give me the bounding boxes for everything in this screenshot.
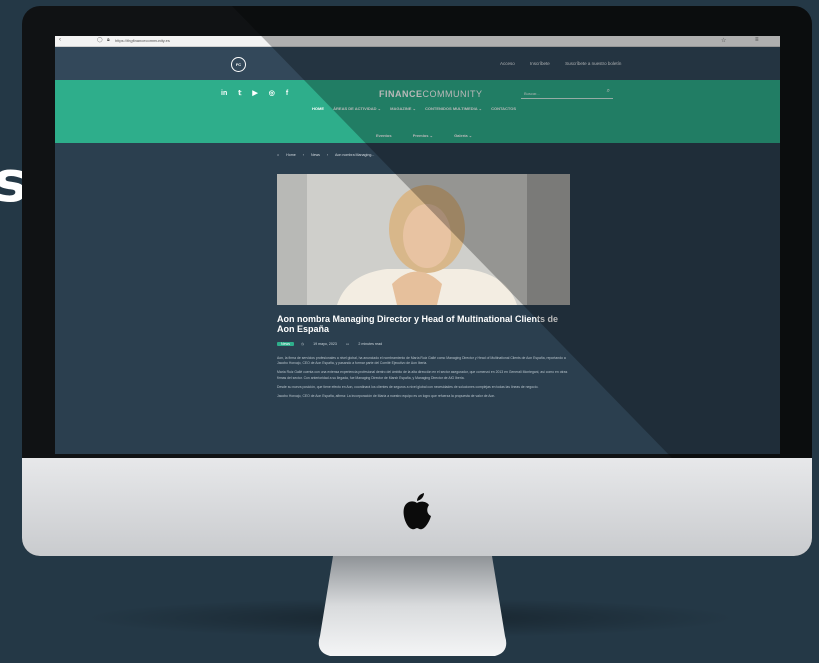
lock-icon: 🔒︎ <box>107 37 110 43</box>
star-icon[interactable]: ☆ <box>721 37 726 44</box>
breadcrumb-home[interactable]: Home <box>286 153 296 157</box>
article-paragraph: Desde su nueva posición, que tiene efect… <box>277 384 539 389</box>
article-paragraph: Aon, la firma de servicios profesionales… <box>277 356 566 366</box>
book-icon: ▭ <box>345 342 350 346</box>
utility-bar: FC Acceso Inscríbete Suscríbete a nuestr… <box>55 47 780 80</box>
breadcrumb-separator: › <box>302 153 304 157</box>
site-logo-emblem[interactable]: FC <box>231 57 246 72</box>
nav-gallery[interactable]: Galería ⌄ <box>454 133 472 138</box>
search-icon[interactable]: ⌕ <box>607 88 610 95</box>
brand-bold: FINANCE <box>379 89 423 99</box>
breadcrumb-separator: › <box>326 153 329 157</box>
browser-toolbar: ‹ ◯ 🔒︎ https://thgfinancecommunity.es ☆ … <box>55 36 780 47</box>
breadcrumb: ⌂ Home › News › Aon nombra Managing... <box>277 153 380 157</box>
article-body: Aon, la firma de servicios profesionales… <box>277 356 572 403</box>
article-meta: News ◷ 19 mayo, 2023 ▭ 2 minutes read <box>277 342 390 346</box>
shield-icon[interactable]: ◯ <box>97 37 103 43</box>
article-paragraph: María Ruiz Gallé cuenta con una extensa … <box>277 370 568 380</box>
search-input[interactable]: Buscar... ⌕ <box>521 88 613 99</box>
apple-logo-icon <box>403 493 431 530</box>
article-paragraph: Jacobo Horcajo, CEO de Aon España, afirm… <box>277 394 496 399</box>
imac-frame: ‹ ◯ 🔒︎ https://thgfinancecommunity.es ☆ … <box>22 6 812 556</box>
sub-navigation-bar: Eventos Premios ⌄ Galería ⌄ <box>55 128 780 143</box>
article-date: 19 mayo, 2023 <box>313 342 337 346</box>
sub-navigation: Eventos Premios ⌄ Galería ⌄ <box>376 133 492 138</box>
search-placeholder: Buscar... <box>524 91 540 96</box>
site-header: in 𝕥 ▶ ◎ f FINANCECOMMUNITY Buscar... ⌕ … <box>55 80 780 128</box>
login-link[interactable]: Acceso <box>500 61 515 66</box>
article-title: Aon nombra Managing Director y Head of M… <box>277 314 559 334</box>
twitter-icon[interactable]: 𝕥 <box>238 90 241 97</box>
clock-icon: ◷ <box>301 342 305 346</box>
back-icon[interactable]: ‹ <box>59 37 61 43</box>
utility-links: Acceso Inscríbete Suscríbete a nuestro b… <box>500 61 635 66</box>
youtube-icon[interactable]: ▶ <box>252 90 257 97</box>
brand-light: COMMUNITY <box>422 89 483 99</box>
main-navigation: HOME ÁREAS DE ACTIVIDAD ⌄ MAGAZINE ⌄ CON… <box>312 106 524 111</box>
nav-home[interactable]: HOME <box>312 106 324 111</box>
nav-events[interactable]: Eventos <box>376 133 392 138</box>
home-icon[interactable]: ⌂ <box>277 153 279 157</box>
facebook-icon[interactable]: f <box>286 90 288 97</box>
nav-areas[interactable]: ÁREAS DE ACTIVIDAD ⌄ <box>333 106 381 111</box>
menu-icon[interactable]: ≡ <box>755 37 759 43</box>
instagram-icon[interactable]: ◎ <box>269 90 275 97</box>
nav-awards[interactable]: Premios ⌄ <box>413 133 433 138</box>
read-time: 2 minutes read <box>358 342 383 346</box>
imac-stand <box>318 556 507 656</box>
breadcrumb-news[interactable]: News <box>311 153 320 157</box>
category-tag[interactable]: News <box>277 342 294 346</box>
signup-link[interactable]: Inscríbete <box>530 61 550 66</box>
newsletter-link[interactable]: Suscríbete a nuestro boletín <box>565 61 621 66</box>
site-brand[interactable]: FINANCECOMMUNITY <box>379 89 483 99</box>
breadcrumb-current: Aon nombra Managing... <box>334 153 375 157</box>
nav-contacts[interactable]: CONTACTOS <box>491 106 516 111</box>
article-hero-photo <box>277 174 570 305</box>
nav-magazine[interactable]: MAGAZINE ⌄ <box>390 106 416 111</box>
imac-screen: ‹ ◯ 🔒︎ https://thgfinancecommunity.es ☆ … <box>55 36 780 454</box>
nav-multimedia[interactable]: CONTENIDOS MULTIMEDIA ⌄ <box>425 106 482 111</box>
social-icons: in 𝕥 ▶ ◎ f <box>221 89 297 97</box>
linkedin-icon[interactable]: in <box>221 90 227 97</box>
address-bar[interactable]: https://thgfinancecommunity.es <box>115 38 170 44</box>
